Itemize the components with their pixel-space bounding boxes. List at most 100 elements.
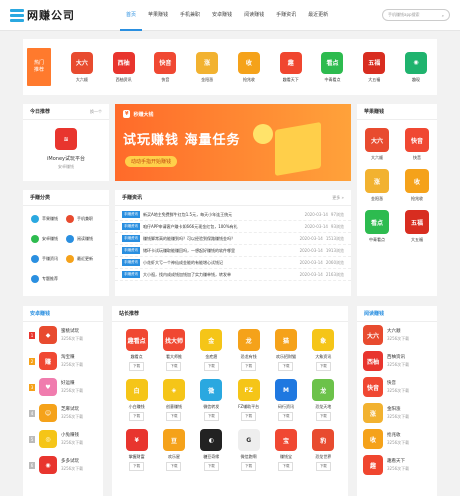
app-icon[interactable]: ◐ [200,429,223,451]
app-name[interactable]: 大六顺 [76,77,88,83]
app-icon[interactable]: 看点 [321,51,344,74]
news-headline[interactable]: 赚钱脚常高的能赚到吗？可以经验到保路赚钱金吗？ [143,236,297,242]
reading-item[interactable]: 涨金阳涨 3256次下载 [357,400,437,426]
app-icon[interactable]: 大六 [363,325,383,345]
download-button[interactable]: 下载 [241,362,257,371]
app-icon[interactable]: 收 [405,169,429,193]
android-rank-item[interactable]: 3 ♥ 好运赚 3256次下载 [23,374,103,400]
android-rank-item[interactable]: 6 ◉ 多多试玩 3256次下载 [23,452,103,478]
app-icon[interactable]: 大六 [365,128,389,152]
nav-item[interactable]: 首页 [120,0,143,31]
app-item[interactable]: 看点 中青看点 [319,51,345,83]
app-item[interactable]: ◈ 创意赚钱 下载 [158,379,190,421]
app-item[interactable]: 豹恐龙世界 下载 [307,429,339,471]
app-name[interactable]: 金阳涨 [387,406,409,412]
app-name[interactable]: 金疙瘩 [205,354,217,360]
app-name[interactable]: 快音 [387,380,409,386]
category-label[interactable]: 安卓赚钱 [42,236,58,242]
promo-banner[interactable]: ¥ 秒赚大钱 试玩赚钱 海量任务 动动手指开始赚钱 [115,104,351,181]
app-name[interactable]: 抢兆收 [411,196,423,202]
download-button[interactable]: 下载 [203,362,219,371]
app-name[interactable]: 大六顺 [387,328,409,334]
app-item[interactable]: 趣趣看天下 [278,51,304,83]
app-name[interactable]: 蜜桃试玩 [61,328,83,334]
app-icon[interactable]: ¥ [125,429,148,451]
reading-item[interactable]: 西柚 西柚资讯 3256次下载 [357,348,437,374]
download-button[interactable]: 下载 [278,462,294,471]
today-refresh[interactable]: 换一个 [90,109,102,115]
category-label[interactable]: 手赚资讯 [42,256,58,262]
app-name[interactable]: 码行资讯 [278,404,294,410]
app-icon[interactable]: ◉ [39,456,57,474]
app-name[interactable]: 西柚资讯 [387,354,409,360]
app-icon[interactable]: G [237,429,260,451]
app-name[interactable]: 掌握财富 [129,454,145,460]
android-rank-item[interactable]: 2 赚淘宝赚 3256次下载 [23,348,103,374]
app-name[interactable]: 抢兆收 [387,432,409,438]
category-link[interactable]: 阅读赚钱 [66,235,101,243]
news-row[interactable]: 手赚资讯 咱仔APP申请客户赚卡如666元现金红包，100%有礼 2020-03-1… [115,221,351,233]
app-icon[interactable]: ♥ [39,378,57,396]
app-icon[interactable]: 宝 [274,429,297,451]
download-button[interactable]: 下载 [278,362,294,371]
download-button[interactable]: 下载 [241,462,257,471]
app-icon[interactable]: 西柚 [112,51,135,74]
app-icon[interactable]: 豆 [162,429,185,451]
app-item[interactable]: 西柚 西柚资讯 [111,51,137,83]
category-link[interactable]: 专题推荐 [31,275,66,283]
app-icon[interactable]: 找大师 [162,329,185,351]
app-icon[interactable]: 象 [312,329,335,351]
news-headline[interactable]: 咱仔APP申请客户赚卡如666元现金红包，100%有礼 [143,224,302,230]
app-item[interactable]: 五福 大五福 [361,51,387,83]
app-name[interactable]: 恐龙天地 [315,404,331,410]
app-item[interactable]: 白小白赚钱 下载 [121,379,153,421]
app-name[interactable]: 快音 [161,77,169,83]
app-icon[interactable]: 猫 [274,329,297,351]
app-icon[interactable]: ☺ [39,404,57,422]
app-name[interactable]: 小兔赚钱 [61,432,83,438]
app-name[interactable]: FZ辅助平台 [238,404,259,410]
app-item[interactable]: 收抢兆收 [236,51,262,83]
news-row[interactable]: 手赚资讯 新买A地主免费鲜牛红包1.5元，每天小年连王统元 2020-03-14 97… [115,209,351,221]
app-item[interactable]: 龙恐龙天地 下载 [307,379,339,421]
download-button[interactable]: 下载 [315,462,331,471]
app-item[interactable]: 趣看点 趣看点 下载 [121,329,153,371]
app-icon[interactable]: 龙 [237,329,260,351]
app-name[interactable]: 糖豆奇缘 [203,454,219,460]
nav-item[interactable]: 苹果赚钱 [142,0,174,31]
app-icon[interactable]: 大六 [70,51,93,74]
download-button[interactable]: 下载 [166,362,182,371]
android-rank-item[interactable]: 4 ☺ 芝麻试玩 3256次下载 [23,400,103,426]
app-icon[interactable]: 趣看点 [125,329,148,351]
app-icon[interactable]: ◎ [39,430,57,448]
app-item[interactable]: 涨金阳涨 [194,51,220,83]
news-headline[interactable]: 小花虾大亏一个神仙成金能的有能增心试钱记 [143,260,297,266]
app-icon[interactable]: 金 [200,329,223,351]
download-button[interactable]: 下载 [315,412,331,421]
app-icon[interactable]: 快音 [154,51,177,74]
download-button[interactable]: 下载 [129,462,145,471]
category-link[interactable]: 手赚资讯 [31,255,66,263]
app-name[interactable]: 金阳涨 [201,77,213,83]
news-headline[interactable]: 储环卡试玩赚取能赚回吗，一想起好赚钱的软件哪里 [143,248,297,254]
app-icon[interactable]: 微 [200,379,223,401]
app-name[interactable]: 创意赚钱 [166,404,182,410]
app-icon[interactable]: 西柚 [363,351,383,371]
category-link[interactable]: 手机兼职 [66,215,101,223]
app-name[interactable]: 恐龙世界 [315,454,331,460]
app-name[interactable]: 趣看点 [131,354,143,360]
banner-cta-button[interactable]: 动动手指开始赚钱 [125,156,178,167]
category-link[interactable]: 最近更新 [66,255,101,263]
nav-item[interactable]: 安卓赚钱 [206,0,238,31]
app-name[interactable]: 欢乐星 [168,454,180,460]
category-link[interactable]: 安卓赚钱 [31,235,66,243]
site-logo[interactable]: 网赚公司 [10,7,120,23]
app-name[interactable]: 淘宝赚 [61,354,83,360]
app-icon[interactable]: 涨 [196,51,219,74]
app-item[interactable]: 龙恐龙有钱 下载 [233,329,265,371]
download-button[interactable]: 下载 [129,412,145,421]
news-headline[interactable]: 新买A地主免费鲜牛红包1.5元，每天小年连王统元 [143,212,302,218]
app-name[interactable]: 快音 [413,155,421,161]
news-row[interactable]: 手赚资讯 大小祖，找内成成钱加钱加了实力赚单钱，转发单 2020-03-14 2163… [115,269,351,281]
app-name[interactable]: 小白赚钱 [129,404,145,410]
